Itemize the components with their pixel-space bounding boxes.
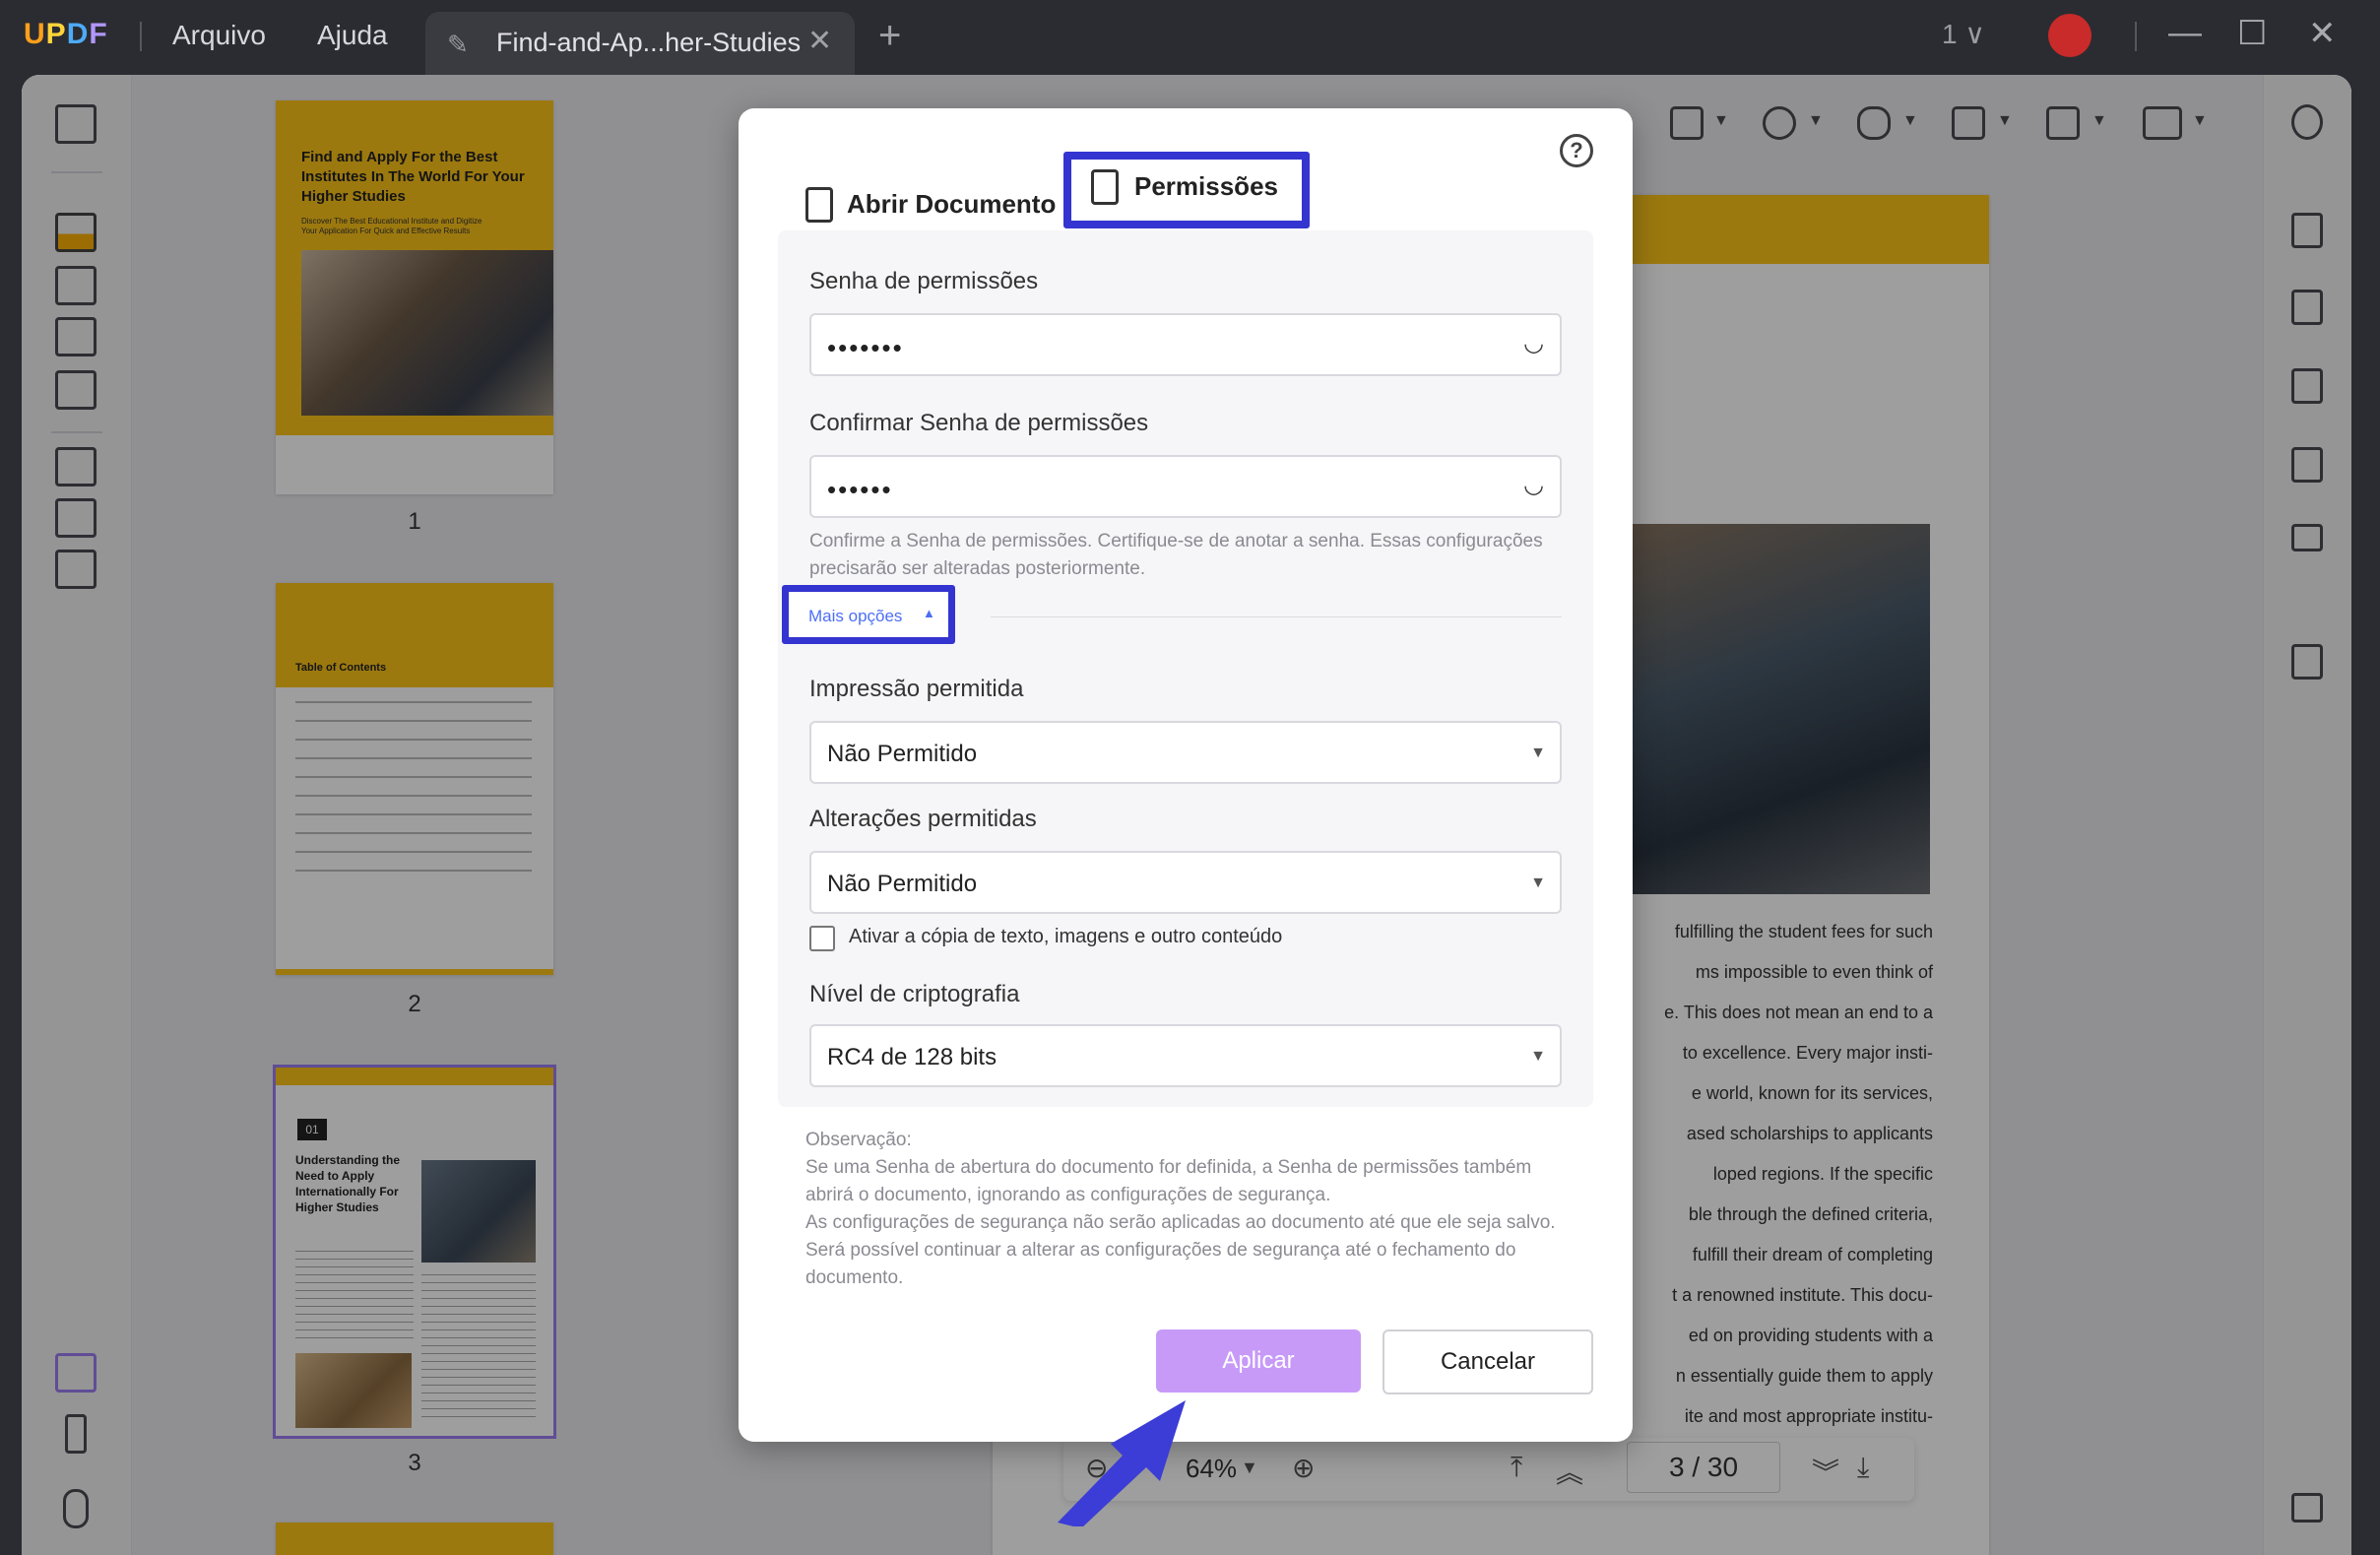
chevron-down-icon: ▼ xyxy=(1530,745,1546,761)
menu-arquivo[interactable]: Arquivo xyxy=(172,20,266,51)
apply-button[interactable]: Aplicar xyxy=(1156,1329,1361,1393)
hide-password-icon[interactable]: ◡ xyxy=(1523,329,1544,357)
maximize-icon[interactable]: ☐ xyxy=(2237,14,2267,53)
tab-open-document-label: Abrir Documento xyxy=(847,189,1057,219)
tab-permissions-label: Permissões xyxy=(1134,171,1278,201)
title-separator xyxy=(2135,22,2137,51)
add-tab-icon[interactable]: + xyxy=(878,14,901,58)
more-options-toggle[interactable]: Mais opções ▲ xyxy=(782,585,955,644)
password-hint: Confirme a Senha de permissões. Certifiq… xyxy=(809,531,1543,579)
copy-content-checkbox[interactable] xyxy=(809,926,835,951)
confirm-password-field[interactable]: •••••• ◡ xyxy=(809,455,1562,518)
copy-content-label: Ativar a cópia de texto, imagens e outro… xyxy=(849,926,1283,947)
printing-select[interactable]: Não Permitido ▼ xyxy=(809,721,1562,784)
title-separator xyxy=(140,22,142,51)
document-tab-title: Find-and-Ap...her-Studies xyxy=(496,28,802,57)
document-edit-icon: ✎ xyxy=(447,30,469,59)
note-line: Se uma Senha de abertura do documento fo… xyxy=(805,1157,1532,1205)
encryption-select[interactable]: RC4 de 128 bits ▼ xyxy=(809,1024,1562,1087)
permission-password-field[interactable]: ••••••• ◡ xyxy=(809,313,1562,376)
changes-select[interactable]: Não Permitido ▼ xyxy=(809,851,1562,914)
document-tab[interactable]: ✎ Find-and-Ap...her-Studies ✕ xyxy=(425,12,855,77)
printing-value: Não Permitido xyxy=(827,741,978,767)
chevron-down-icon: ▼ xyxy=(1530,875,1546,891)
security-dialog: ? Abrir Documento Permissões Senha de pe… xyxy=(739,108,1633,1442)
lock-document-icon xyxy=(805,187,833,223)
confirm-password-label: Confirmar Senha de permissões xyxy=(809,410,1149,436)
note-block: Observação: Se uma Senha de abertura do … xyxy=(805,1127,1583,1292)
help-icon[interactable]: ? xyxy=(1560,134,1593,167)
more-options-label: Mais opções xyxy=(808,607,903,625)
close-window-icon[interactable]: ✕ xyxy=(2308,14,2337,53)
note-title: Observação: xyxy=(805,1130,912,1150)
permissions-panel: Senha de permissões ••••••• ◡ Confirmar … xyxy=(778,230,1593,1107)
chevron-up-icon: ▲ xyxy=(923,606,935,620)
cancel-button[interactable]: Cancelar xyxy=(1383,1329,1593,1394)
encryption-value: RC4 de 128 bits xyxy=(827,1044,997,1070)
note-line: As configurações de segurança não serão … xyxy=(805,1212,1556,1288)
app-logo: UPDF xyxy=(24,18,108,50)
divider xyxy=(991,616,1562,617)
tab-permissions[interactable]: Permissões xyxy=(1063,152,1310,228)
permission-password-value: ••••••• xyxy=(827,333,904,362)
permission-password-label: Senha de permissões xyxy=(809,268,1039,294)
window-count-dropdown[interactable]: 1 ∨ xyxy=(1942,18,1985,50)
hide-password-icon[interactable]: ◡ xyxy=(1523,471,1544,499)
pointer-arrow-icon xyxy=(1058,1400,1186,1526)
chevron-down-icon: ▼ xyxy=(1530,1048,1546,1065)
encryption-label: Nível de criptografia xyxy=(809,981,1020,1007)
confirm-password-value: •••••• xyxy=(827,475,893,504)
user-avatar[interactable] xyxy=(2048,14,2091,57)
changes-label: Alterações permitidas xyxy=(809,806,1037,832)
minimize-icon[interactable]: — xyxy=(2168,14,2202,52)
document-permissions-icon xyxy=(1091,169,1119,205)
changes-value: Não Permitido xyxy=(827,871,978,897)
title-bar: UPDF Arquivo Ajuda ✎ Find-and-Ap...her-S… xyxy=(0,0,2380,77)
printing-label: Impressão permitida xyxy=(809,676,1024,702)
close-tab-icon[interactable]: ✕ xyxy=(807,24,832,58)
menu-ajuda[interactable]: Ajuda xyxy=(317,20,388,51)
